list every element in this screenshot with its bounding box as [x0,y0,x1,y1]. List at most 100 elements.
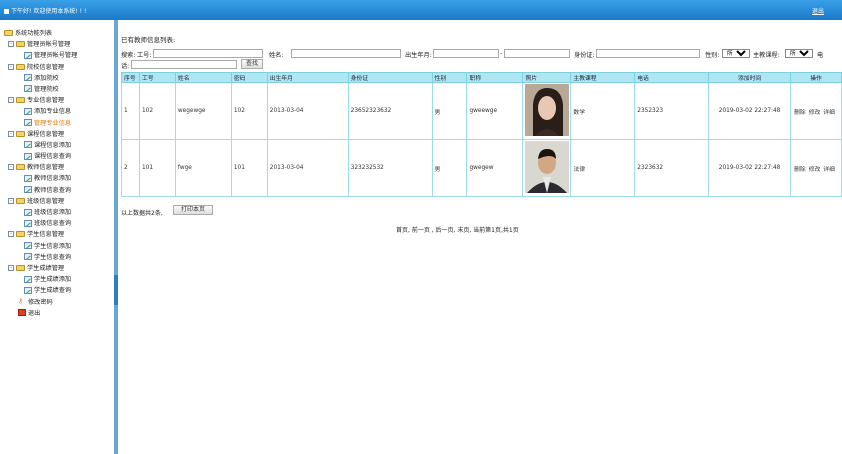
search-button[interactable]: 查找 [241,59,263,69]
teacher-table: 序号 工号 姓名 密码 出生年月 身份证 性别 职称 照片 主教课程 电话 添加… [121,72,842,197]
folder-icon [16,164,25,171]
greeting: 下午好! 欢迎使用本系统! ! ! [4,6,86,15]
pagination[interactable]: 首页, 前一页 , 后一页, 末页, 当前第1页,共1页 [396,225,519,234]
tree-item-add-teacher[interactable]: 教师信息添加 [4,173,112,184]
tree-item-manage-major[interactable]: 管理专业信息 [4,118,112,129]
phone-input[interactable] [131,60,237,69]
folder-icon [16,231,25,238]
collapse-icon[interactable]: - [8,130,14,137]
tree-item-add-class[interactable]: 班级信息添加 [4,207,112,218]
cell-added: 2019-03-02 22:27:48 [708,139,791,197]
delete-link[interactable]: 删除 [794,167,806,173]
job-no-label: 工号: [137,52,152,59]
edit-icon [24,286,32,294]
tree-item-change-password[interactable]: ⚷ 修改密码 [4,297,112,308]
teacher-photo [524,141,569,193]
phone-label-1: 电 [817,52,824,59]
detail-link[interactable]: 详细 [823,167,835,173]
tree-item-add-major[interactable]: 添加专业信息 [4,106,112,117]
cell-no: 2 [121,139,140,197]
course-label: 主教课程: [753,52,780,59]
id-label: 身份证: [574,52,595,59]
job-no-input[interactable] [153,49,263,58]
detail-link[interactable]: 详细 [823,110,835,116]
edit-icon [24,119,32,126]
table-footer: 以上数据共2条, [121,208,163,217]
table-row: 2 101 fwge 101 2013-03-04 323232532 男 gw… [121,139,842,197]
folder-icon [16,197,25,204]
delete-link[interactable]: 删除 [794,110,806,116]
edit-icon [24,174,32,182]
col-header: 性别 [431,72,468,83]
edit-icon [24,85,32,93]
edit-icon [24,219,32,227]
print-button[interactable]: 打印本页 [173,205,213,215]
cell-course: 法律 [570,139,636,197]
birth-end-input[interactable] [504,49,570,58]
edit-link[interactable]: 修改 [809,110,821,116]
name-label: 姓名: [269,52,284,59]
folder-icon [16,264,25,271]
tree-group-major[interactable]: - 专业信息管理 [4,95,112,106]
teacher-photo [524,84,569,136]
tree-group-teacher[interactable]: - 教师信息管理 [4,162,112,173]
collapse-icon[interactable]: - [8,97,14,104]
tree-item-add-student[interactable]: 学生信息添加 [4,241,112,252]
tree-item-add-course[interactable]: 课程信息添加 [4,140,112,151]
app-icon [4,9,9,14]
tree-group-score[interactable]: - 学生成绩管理 [4,263,112,274]
cell-no: 1 [121,82,140,140]
tree-item-query-score[interactable]: 学生成绩查询 [4,285,112,296]
tree-item-admin-manage[interactable]: 管理员帐号管理 [4,50,112,61]
name-input[interactable] [291,49,401,58]
col-header: 照片 [522,72,572,83]
tree-item-query-student[interactable]: 学生信息查询 [4,252,112,263]
tree-group-admin[interactable]: - 管理员帐号管理 [4,39,112,50]
tree-group-class[interactable]: - 班级信息管理 [4,196,112,207]
phone-label-2: 话: [121,63,130,70]
collapse-icon[interactable]: - [8,264,14,271]
edit-icon [24,242,32,250]
cell-title: gwegew [466,139,524,197]
tree-group-student[interactable]: - 学生信息管理 [4,229,112,240]
cell-actions: 删除 修改 详细 [790,82,842,140]
tree-item-add-school[interactable]: 添加院校 [4,73,112,84]
id-input[interactable] [596,49,700,58]
logout-link[interactable]: 退出 [812,6,824,15]
collapse-icon[interactable]: - [8,197,14,204]
col-header: 序号 [121,72,140,83]
collapse-grip[interactable] [114,275,118,305]
tree-group-course[interactable]: - 课程信息管理 [4,129,112,140]
gender-select[interactable]: 所有 [722,49,750,58]
collapse-icon[interactable]: - [8,63,14,70]
col-header: 工号 [138,72,176,83]
collapse-icon[interactable]: - [8,164,14,171]
total-count: 以上数据共2条, [121,210,163,217]
edit-icon [24,275,32,283]
table-header-row: 序号 工号 姓名 密码 出生年月 身份证 性别 职称 照片 主教课程 电话 添加… [121,72,842,83]
cell-added: 2019-03-02 22:27:48 [708,82,791,140]
tree-group-school[interactable]: - 院校信息管理 [4,62,112,73]
edit-link[interactable]: 修改 [809,167,821,173]
tree-item-manage-school[interactable]: 管理院校 [4,84,112,95]
tree-item-query-class[interactable]: 班级信息查询 [4,218,112,229]
cell-phone: 2352323 [634,82,710,140]
tree-item-query-course[interactable]: 课程信息查询 [4,151,112,162]
collapse-icon[interactable]: - [8,231,14,238]
birth-start-input[interactable] [433,49,499,58]
tree-root[interactable]: 系统功能列表 [4,28,112,39]
cell-birth: 2013-03-04 [266,82,349,140]
tree-item-add-score[interactable]: 学生成绩添加 [4,274,112,285]
collapse-icon[interactable]: - [8,41,14,48]
col-header: 密码 [230,72,268,83]
tree-item-query-teacher[interactable]: 教师信息查询 [4,185,112,196]
cell-password: 101 [230,139,268,197]
birth-label: 出生年月: [405,52,432,59]
sidebar-splitter[interactable] [114,20,118,454]
edit-icon [24,141,32,149]
col-header: 出生年月 [266,72,349,83]
tree-item-exit[interactable]: 退出 [4,308,112,319]
cell-password: 102 [230,82,268,140]
table-row: 1 102 wegewge 102 2013-03-04 23652323632… [121,82,842,140]
course-select[interactable]: 所有 [785,49,813,58]
